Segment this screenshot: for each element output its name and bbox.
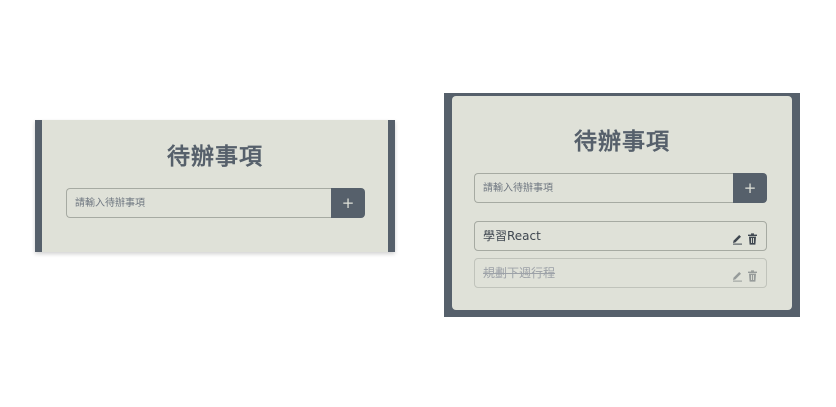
todo-item-completed[interactable]: 規劃下週行程 [474, 258, 767, 288]
page-title: 待辦事項 [167, 144, 263, 170]
stage: 待辦事項 + 待辦事項 + 學習React [0, 0, 836, 407]
page-title: 待辦事項 [574, 129, 670, 155]
todo-item[interactable]: 學習React [474, 221, 767, 251]
todo-input[interactable] [475, 174, 734, 202]
todo-input[interactable] [67, 189, 332, 217]
todo-item-text[interactable]: 規劃下週行程 [483, 259, 555, 288]
card-inner: 待辦事項 + [42, 120, 388, 252]
pencil-icon[interactable] [732, 230, 743, 245]
trash-icon[interactable] [747, 267, 758, 282]
todo-list-card: 待辦事項 + 學習React [444, 93, 800, 317]
todo-item-actions [732, 267, 758, 282]
trash-icon[interactable] [747, 230, 758, 245]
plus-icon: + [743, 179, 757, 197]
todo-input-wrapper [66, 188, 332, 218]
empty-todo-card: 待辦事項 + [35, 120, 395, 252]
pencil-icon[interactable] [732, 267, 743, 282]
add-todo-button[interactable]: + [331, 188, 365, 218]
add-todo-button[interactable]: + [733, 173, 767, 203]
todo-input-wrapper [474, 173, 734, 203]
plus-icon: + [341, 194, 355, 212]
todo-item-actions [732, 230, 758, 245]
todo-item-text[interactable]: 學習React [483, 222, 541, 251]
card-inner: 待辦事項 + 學習React [452, 96, 792, 310]
